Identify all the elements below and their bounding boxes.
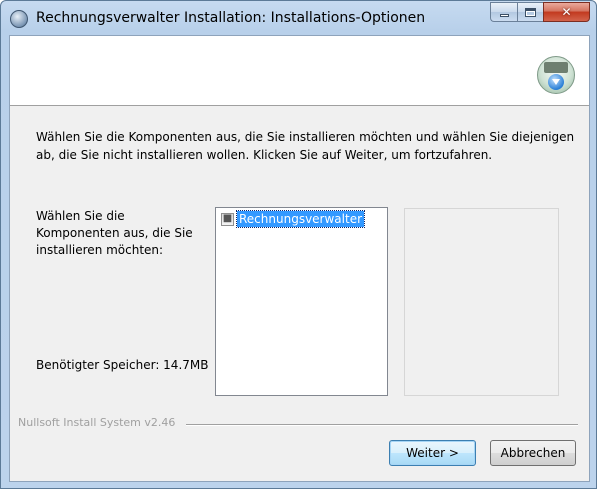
dialog-client-area: Wählen Sie die Komponenten aus, die Sie …: [9, 35, 590, 482]
maximize-icon: [525, 7, 536, 17]
checkmark-icon: ■: [222, 213, 233, 224]
component-checkbox[interactable]: ■: [221, 212, 234, 226]
next-button[interactable]: Weiter >: [389, 440, 476, 466]
header-panel: [10, 36, 589, 106]
components-label: Wählen Sie die Komponenten aus, die Sie …: [36, 209, 193, 257]
cancel-button[interactable]: Abbrechen: [490, 440, 576, 466]
component-item-rechnungsverwalter[interactable]: ■ Rechnungsverwalter: [221, 210, 366, 228]
nsis-installer-logo-icon: [537, 56, 575, 94]
minimize-icon: [499, 13, 509, 17]
minimize-button[interactable]: [490, 2, 517, 22]
download-arrow-icon: [548, 74, 564, 90]
components-tree[interactable]: ■ Rechnungsverwalter: [215, 207, 388, 396]
component-label[interactable]: Rechnungsverwalter: [235, 210, 366, 228]
title-bar[interactable]: Rechnungsverwalter Installation: Install…: [1, 1, 596, 37]
installer-window: Rechnungsverwalter Installation: Install…: [0, 0, 597, 489]
space-required-label: Benötigter Speicher: 14.7MB: [36, 358, 209, 372]
branding-divider: [186, 424, 578, 426]
window-title: Rechnungsverwalter Installation: Install…: [36, 10, 426, 26]
maximize-button[interactable]: [517, 2, 543, 22]
close-button[interactable]: ✕: [543, 2, 590, 22]
installer-globe-icon[interactable]: [10, 10, 28, 28]
logo-box-shape: [544, 62, 568, 73]
branding-text: Nullsoft Install System v2.46: [18, 416, 176, 429]
caption-buttons: ✕: [490, 2, 590, 22]
intro-text: Wählen Sie die Komponenten aus, die Sie …: [36, 130, 575, 162]
close-icon: ✕: [561, 5, 572, 19]
description-box: [404, 208, 559, 396]
